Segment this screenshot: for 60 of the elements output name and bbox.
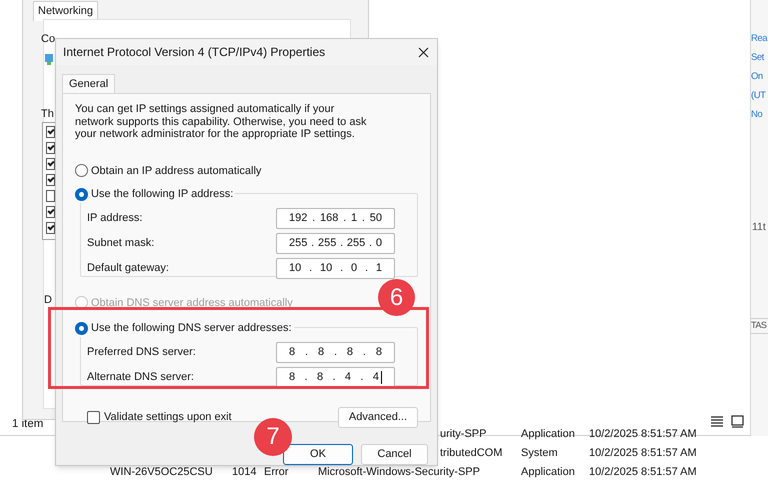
field-label: Default gateway: <box>87 260 169 276</box>
tab[interactable]: Networking <box>33 1 98 21</box>
checkbox[interactable] <box>46 190 55 202</box>
description-text: You can get IP settings assigned automatically if your network supports this capability. Otherwise, you need to ask your network administrator for the appropriate IP settings. <box>75 103 368 140</box>
link[interactable]: No <box>751 108 768 122</box>
table-cell: 1014 <box>232 466 256 479</box>
cancel-button[interactable]: Cancel <box>361 444 428 465</box>
field-label: Subnet mask: <box>87 236 154 251</box>
ip-address-field[interactable]: 255 . 255 . 255 . 0 <box>276 232 395 254</box>
table-cell: Application <box>521 428 575 441</box>
radio-button[interactable] <box>75 164 88 178</box>
label-text: Co <box>41 32 56 47</box>
ok-button[interactable]: OK <box>283 444 353 465</box>
advanced-button[interactable]: Advanced... <box>338 406 418 428</box>
side-text: 11t <box>752 220 766 235</box>
label-text: Th <box>41 107 54 122</box>
status-text: 1 item <box>12 417 44 432</box>
table-cell: tributedCOM <box>440 447 502 460</box>
close-icon[interactable] <box>418 46 429 58</box>
table-cell: urity-SPP <box>440 428 486 441</box>
radio-label: Obtain DNS server address automatically <box>91 296 293 310</box>
radio-button[interactable] <box>75 322 88 335</box>
link[interactable]: (UT <box>751 89 768 103</box>
checkbox-label: Validate settings upon exit <box>104 410 232 425</box>
table-cell: Microsoft-Windows-Security-SPP <box>318 466 480 479</box>
checkbox[interactable] <box>46 142 55 154</box>
link[interactable]: Rea <box>751 32 768 46</box>
radio-button[interactable] <box>75 188 88 201</box>
checkbox[interactable] <box>46 158 55 170</box>
table-cell: Application <box>521 466 575 479</box>
field-label: IP address: <box>87 210 142 226</box>
table-cell: WIN-26V5OC25CSU <box>110 466 213 479</box>
ip-address-field[interactable]: 10 . 10 . 0 . 1 <box>276 258 395 278</box>
table-cell: 10/2/2025 8:51:57 AM <box>589 466 697 479</box>
radio-label: Use the following DNS server addresses: <box>91 321 292 336</box>
window-title: Internet Protocol Version 4 (TCP/IPv4) Properties <box>63 44 326 61</box>
checkbox[interactable] <box>46 126 55 138</box>
table-cell: Error <box>264 466 288 479</box>
table-cell: System <box>521 447 558 460</box>
ip-address-field[interactable]: 192 . 168 . 1 . 50 <box>276 208 395 228</box>
checkbox[interactable] <box>46 222 55 234</box>
column-header: TAS <box>751 318 768 334</box>
field-label: Alternate DNS server: <box>87 370 194 385</box>
radio-label: Use the following IP address: <box>91 187 234 202</box>
radio-label: Obtain an IP address automatically <box>91 164 262 178</box>
network-adapter-icon <box>44 52 54 66</box>
checkbox[interactable] <box>46 174 55 186</box>
field-label: Preferred DNS server: <box>87 344 196 360</box>
label-text: D <box>44 293 52 308</box>
ip-address-field[interactable]: 8 . 8 . 8 . 8 <box>276 342 395 362</box>
checkbox[interactable] <box>87 410 100 424</box>
checkbox[interactable] <box>46 206 55 218</box>
link[interactable]: Set <box>751 51 768 65</box>
link[interactable]: On <box>751 70 768 84</box>
table-cell: 10/2/2025 8:51:57 AM <box>589 447 697 460</box>
tiles-view-icon[interactable] <box>731 415 744 428</box>
ip-address-field[interactable]: 8 . 8 . 4 . 4 <box>276 366 395 388</box>
table-cell: 10/2/2025 8:51:57 AM <box>589 428 697 441</box>
tab[interactable]: General <box>62 74 116 93</box>
details-view-icon[interactable] <box>710 416 724 428</box>
